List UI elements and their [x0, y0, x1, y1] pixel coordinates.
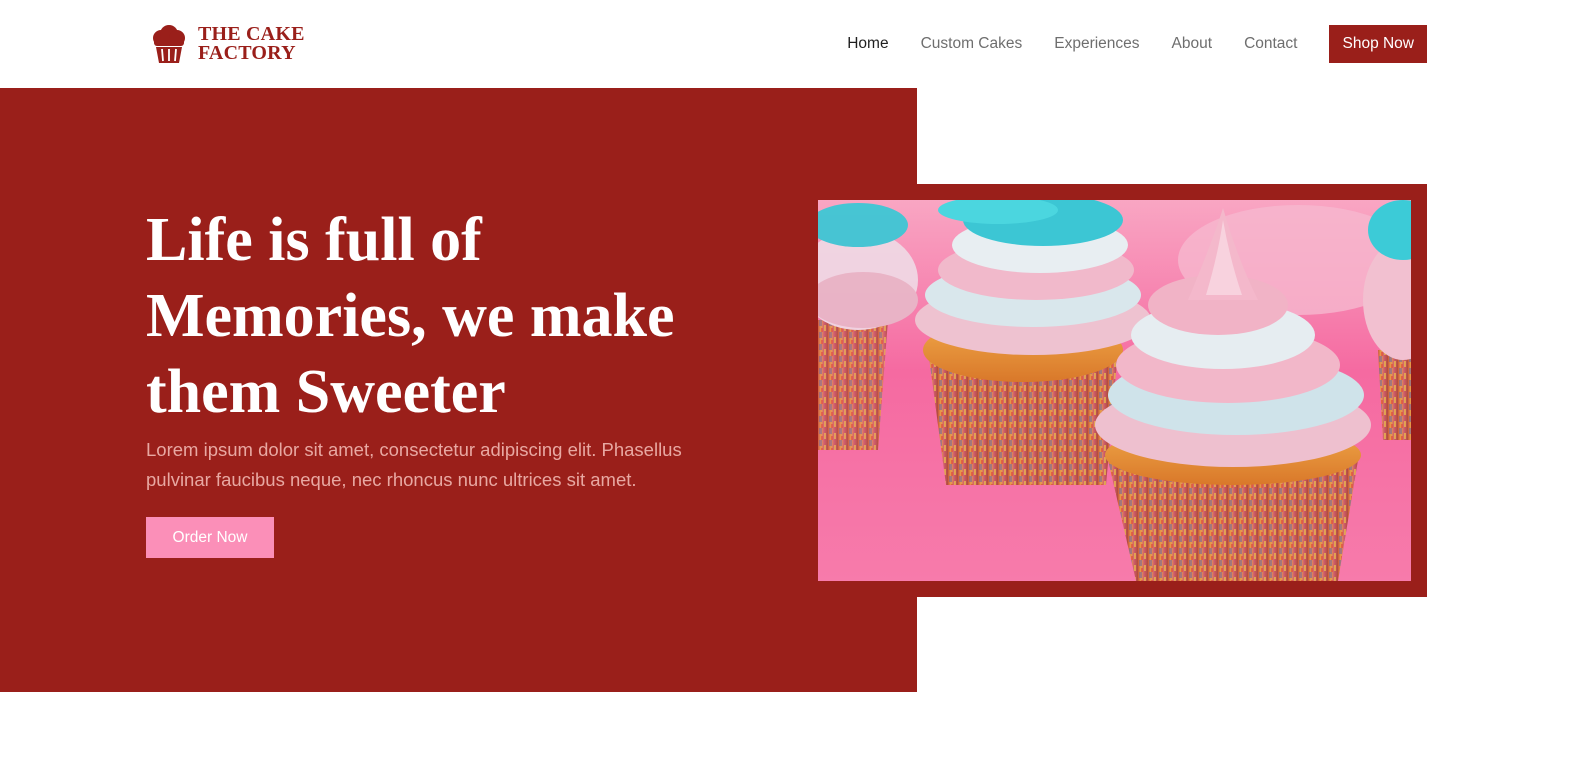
hero-description-line-1: Lorem ipsum dolor sit amet, consectetur … — [146, 439, 682, 460]
hero-title-line-3: them Sweeter — [146, 358, 506, 426]
hero-title-line-2: Memories, we make — [146, 282, 675, 350]
hero-description-line-2: pulvinar faucibus neque, nec rhoncus nun… — [146, 469, 637, 490]
cupcakes-photo — [818, 200, 1411, 581]
brand-name: THE CAKE FACTORY — [198, 24, 305, 64]
nav-custom-cakes[interactable]: Custom Cakes — [921, 25, 1023, 63]
hero-title-line-1: Life is full of — [146, 206, 482, 274]
brand-logo[interactable]: THE CAKE FACTORY — [148, 22, 305, 66]
cupcakes-illustration — [818, 200, 1411, 581]
main-nav: Home Custom Cakes Experiences About Cont… — [815, 25, 1427, 63]
shop-now-button[interactable]: Shop Now — [1329, 25, 1427, 63]
cupcake-icon — [153, 25, 185, 63]
page: THE CAKE FACTORY Home Custom Cakes Exper… — [0, 0, 1579, 764]
order-now-button[interactable]: Order Now — [146, 517, 274, 558]
hero-description: Lorem ipsum dolor sit amet, consectetur … — [146, 435, 726, 495]
nav-about[interactable]: About — [1172, 25, 1213, 63]
hero-title: Life is full of Memories, we make them S… — [146, 202, 786, 430]
nav-home[interactable]: Home — [847, 25, 888, 63]
brand-line-2: FACTORY — [198, 42, 296, 64]
nav-contact[interactable]: Contact — [1244, 25, 1297, 63]
site-header: THE CAKE FACTORY Home Custom Cakes Exper… — [0, 0, 1579, 88]
hero-image-frame — [818, 184, 1427, 597]
nav-experiences[interactable]: Experiences — [1054, 25, 1139, 63]
